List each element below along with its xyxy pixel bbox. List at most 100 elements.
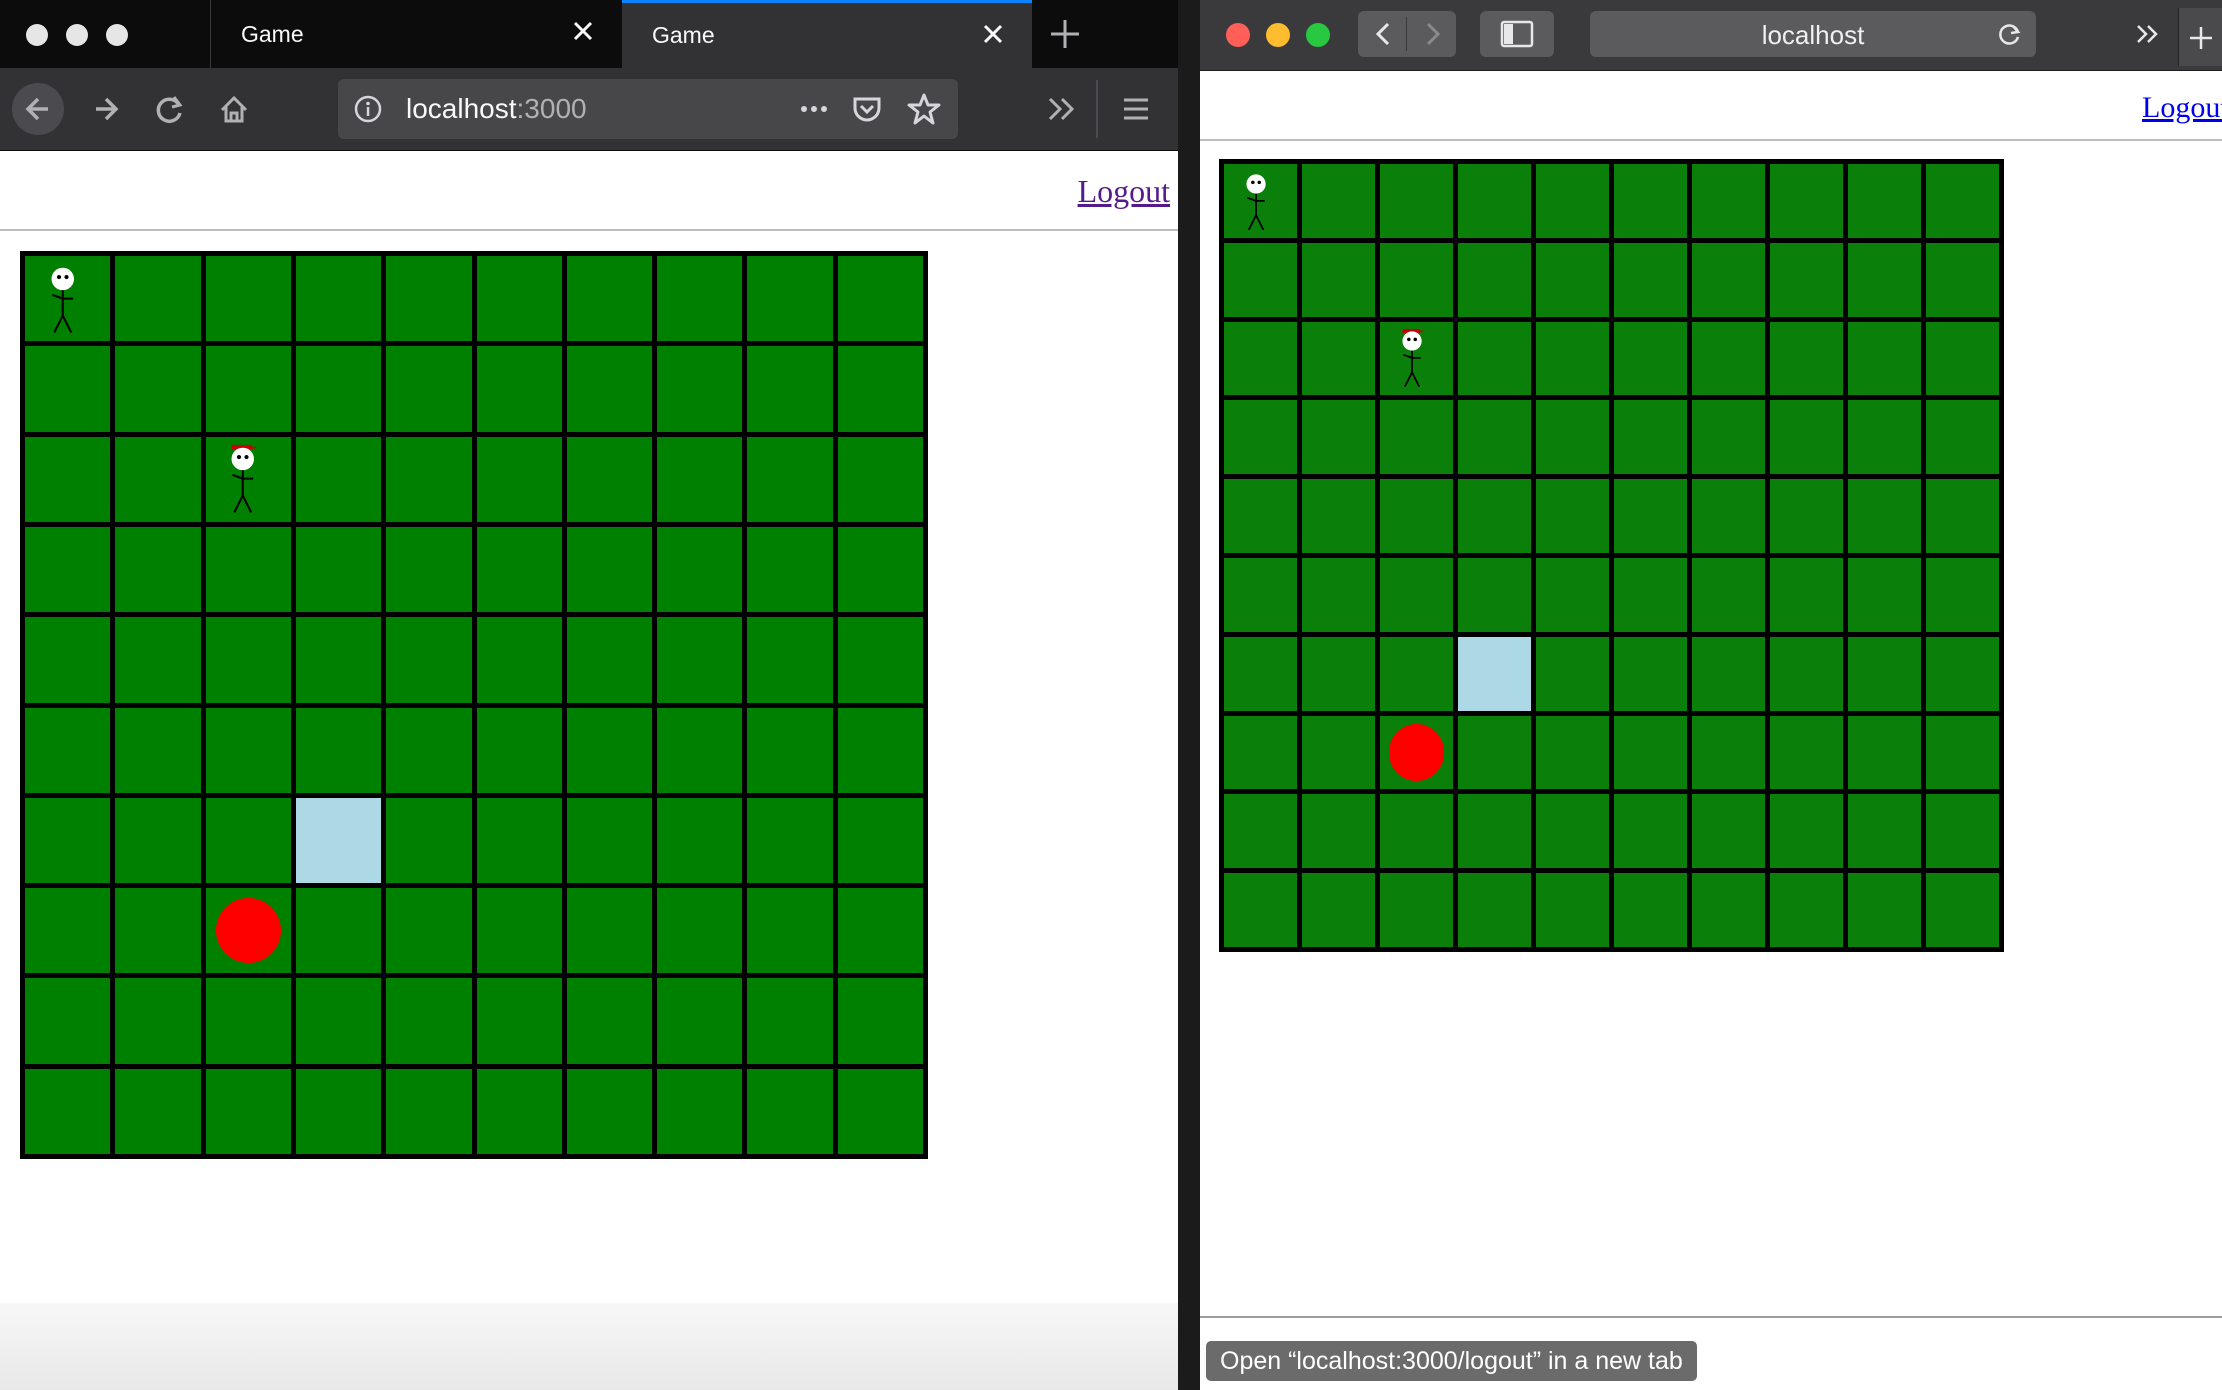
board-cell[interactable] (657, 346, 743, 432)
board-cell[interactable] (566, 888, 653, 974)
board-cell[interactable] (25, 526, 111, 613)
board-cell[interactable] (1926, 242, 1999, 317)
board-cell[interactable] (295, 888, 382, 974)
window-minimize-button[interactable] (66, 24, 88, 46)
board-cell[interactable] (747, 797, 833, 884)
board-cell[interactable] (1692, 164, 1765, 238)
board-cell[interactable] (205, 1068, 291, 1154)
board-cell[interactable] (476, 526, 562, 613)
board-cell[interactable] (747, 436, 833, 522)
board-cell[interactable] (1692, 558, 1765, 632)
board-cell[interactable] (205, 526, 291, 613)
board-cell[interactable] (25, 346, 111, 432)
board-cell[interactable] (837, 888, 923, 974)
board-cell[interactable] (1692, 715, 1765, 790)
board-cell[interactable] (1302, 873, 1375, 947)
board-cell[interactable] (1380, 479, 1453, 553)
board-cell[interactable] (295, 526, 382, 613)
board-cell[interactable] (1458, 164, 1531, 238)
board-cell[interactable] (1926, 636, 1999, 711)
board-cell[interactable] (837, 256, 923, 342)
board-cell[interactable] (1614, 242, 1687, 317)
board-cell[interactable] (657, 707, 743, 793)
board-cell[interactable] (566, 346, 653, 432)
board-cell[interactable] (295, 1068, 382, 1154)
board-cell[interactable] (1536, 873, 1609, 947)
board-cell[interactable] (1536, 164, 1609, 238)
board-cell[interactable] (1536, 400, 1609, 475)
board-cell[interactable] (205, 256, 291, 342)
board-cell[interactable] (1224, 636, 1297, 711)
board-cell[interactable] (1614, 479, 1687, 553)
forward-chevron-icon[interactable] (1414, 16, 1450, 52)
board-cell[interactable] (386, 797, 472, 884)
board-cell[interactable] (1614, 558, 1687, 632)
board-cell[interactable] (657, 526, 743, 613)
board-cell[interactable] (1458, 715, 1531, 790)
board-cell[interactable] (386, 707, 472, 793)
board-cell[interactable] (1770, 479, 1843, 553)
board-cell[interactable] (1926, 321, 1999, 396)
board-cell[interactable] (1302, 794, 1375, 869)
board-cell[interactable] (747, 888, 833, 974)
board-cell[interactable] (1380, 558, 1453, 632)
board-cell[interactable] (747, 707, 833, 793)
board-cell[interactable] (1614, 794, 1687, 869)
window-zoom-button[interactable] (106, 24, 128, 46)
board-cell[interactable] (837, 797, 923, 884)
board-cell[interactable] (386, 436, 472, 522)
board-cell[interactable] (1692, 400, 1765, 475)
board-cell[interactable] (747, 256, 833, 342)
board-cell[interactable] (1614, 400, 1687, 475)
address-bar[interactable]: localhost (1590, 11, 2036, 57)
bookmark-star-icon[interactable] (906, 91, 942, 127)
overflow-chevron-icon[interactable] (2130, 18, 2166, 54)
board-cell[interactable] (1692, 873, 1765, 947)
board-cell[interactable] (1458, 794, 1531, 869)
board-cell[interactable] (1770, 558, 1843, 632)
board-cell[interactable] (1536, 479, 1609, 553)
board-cell[interactable] (1458, 479, 1531, 553)
board-cell[interactable] (566, 617, 653, 703)
board-cell[interactable] (837, 1068, 923, 1154)
board-cell[interactable] (1224, 558, 1297, 632)
board-cell[interactable] (1692, 636, 1765, 711)
board-cell[interactable] (476, 436, 562, 522)
board-cell[interactable] (295, 978, 382, 1064)
board-cell[interactable] (1458, 558, 1531, 632)
board-cell[interactable] (1224, 242, 1297, 317)
board-cell[interactable] (115, 707, 201, 793)
board-cell[interactable] (1380, 873, 1453, 947)
board-cell[interactable] (1302, 558, 1375, 632)
board-cell[interactable] (837, 526, 923, 613)
board-cell[interactable] (1536, 794, 1609, 869)
board-cell[interactable] (1614, 873, 1687, 947)
logout-link[interactable]: Logout (2142, 91, 2222, 125)
board-cell[interactable] (1926, 164, 1999, 238)
board-cell[interactable] (1926, 715, 1999, 790)
board-cell[interactable] (476, 346, 562, 432)
board-cell[interactable] (747, 978, 833, 1064)
board-cell[interactable] (1224, 400, 1297, 475)
goal-cell[interactable] (1458, 636, 1531, 711)
url-bar[interactable]: localhost:3000 (338, 79, 958, 139)
board-cell[interactable] (1380, 164, 1453, 238)
board-cell[interactable] (566, 797, 653, 884)
board-cell[interactable] (1380, 321, 1453, 396)
overflow-chevron-icon[interactable] (1036, 83, 1088, 135)
board-cell[interactable] (1380, 636, 1453, 711)
board-cell[interactable] (25, 978, 111, 1064)
board-cell[interactable] (837, 436, 923, 522)
board-cell[interactable] (115, 617, 201, 703)
board-cell[interactable] (1224, 321, 1297, 396)
board-cell[interactable] (115, 346, 201, 432)
board-cell[interactable] (1380, 715, 1453, 790)
board-cell[interactable] (1614, 321, 1687, 396)
board-cell[interactable] (476, 707, 562, 793)
board-cell[interactable] (837, 617, 923, 703)
reload-icon[interactable] (144, 83, 196, 135)
close-tab-icon[interactable] (568, 16, 598, 46)
board-cell[interactable] (1926, 873, 1999, 947)
board-cell[interactable] (657, 436, 743, 522)
reload-icon[interactable] (1996, 20, 2024, 48)
